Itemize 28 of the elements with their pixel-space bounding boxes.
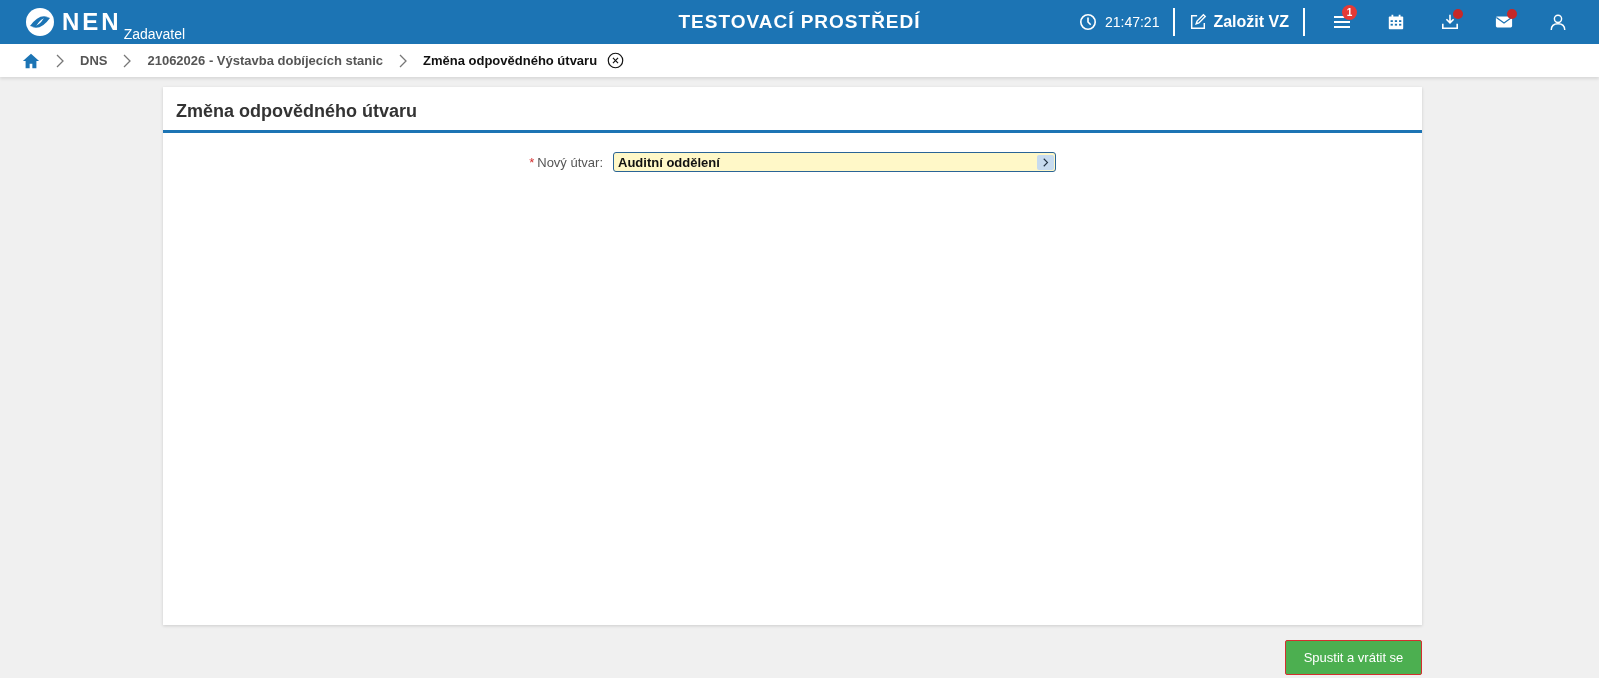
edit-icon xyxy=(1189,13,1208,31)
environment-title: TESTOVACÍ PROSTŘEDÍ xyxy=(678,11,921,33)
create-button[interactable]: Založit VZ xyxy=(1189,13,1289,31)
download-icon xyxy=(1441,13,1459,31)
clock-icon xyxy=(1078,13,1097,31)
chevron-icon xyxy=(399,53,408,68)
menu-button[interactable]: 1 xyxy=(1319,7,1365,37)
user-icon xyxy=(1549,13,1567,31)
home-icon[interactable] xyxy=(22,51,40,70)
chevron-icon xyxy=(56,53,64,68)
calendar-icon xyxy=(1387,13,1405,31)
breadcrumb-link[interactable]: 21062026 - Výstavba dobíjecích stanic xyxy=(147,53,384,68)
breadcrumb-link[interactable]: DNS xyxy=(80,53,108,68)
field-label: * Nový útvar: xyxy=(528,154,604,170)
logo-subtitle: Zadavatel xyxy=(123,26,186,42)
logo-icon xyxy=(24,6,56,38)
form-title: Změna odpovědného útvaru xyxy=(163,87,1422,133)
logo-text: NEN xyxy=(62,8,122,36)
department-field[interactable]: Auditní oddělení xyxy=(613,152,1056,172)
chevron-button[interactable] xyxy=(1037,154,1054,170)
notification-dot xyxy=(1507,9,1517,19)
clock-time: 21:47:21 xyxy=(1104,14,1160,30)
chevron-icon xyxy=(123,53,132,68)
breadcrumb-current: Změna odpovědného útvaru xyxy=(423,53,598,68)
notification-dot xyxy=(1453,9,1463,19)
notification-count: 1 xyxy=(1342,5,1357,20)
chevron-icon xyxy=(1042,157,1049,167)
close-icon[interactable] xyxy=(607,52,625,69)
